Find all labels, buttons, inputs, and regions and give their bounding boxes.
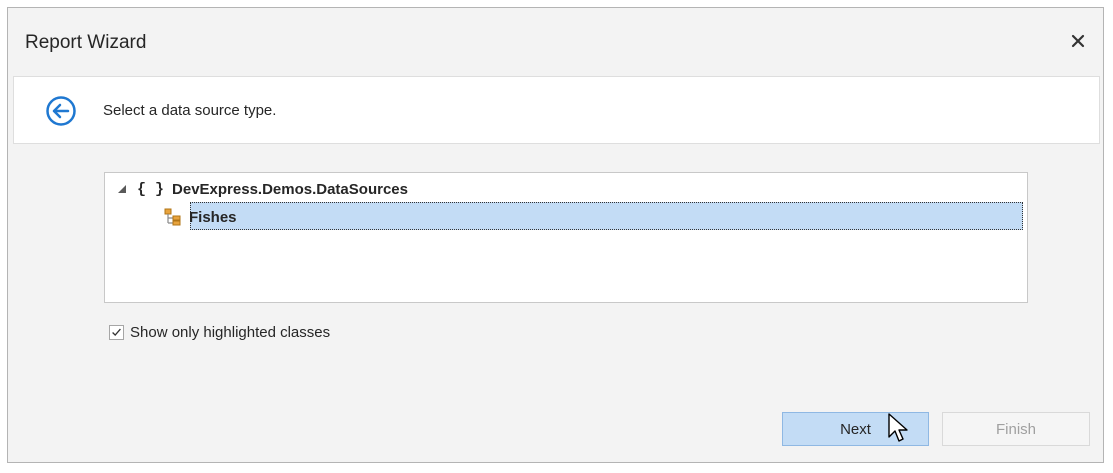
expand-triangle-icon[interactable] xyxy=(115,182,129,196)
class-icon xyxy=(164,208,181,225)
show-highlighted-option[interactable]: Show only highlighted classes xyxy=(109,324,330,341)
tree-node-root[interactable]: { } DevExpress.Demos.DataSources xyxy=(115,175,408,203)
show-highlighted-checkbox[interactable] xyxy=(109,325,124,340)
tree-child-label: Fishes xyxy=(189,208,237,226)
finish-button[interactable]: Finish xyxy=(942,412,1090,446)
show-highlighted-label: Show only highlighted classes xyxy=(130,324,331,341)
checkmark-icon xyxy=(112,328,121,337)
next-button[interactable]: Next xyxy=(782,412,929,446)
wizard-footer: Next Finish xyxy=(8,412,1103,463)
close-icon[interactable] xyxy=(1067,30,1089,52)
title-bar: Report Wizard xyxy=(8,8,1103,76)
data-source-tree[interactable]: { } DevExpress.Demos.DataSources Fishes xyxy=(104,172,1028,303)
report-wizard-window: Report Wizard Select a data source type.… xyxy=(7,7,1104,463)
wizard-header: Select a data source type. xyxy=(13,76,1100,144)
header-instruction: Select a data source type. xyxy=(103,102,277,119)
wizard-body: { } DevExpress.Demos.DataSources Fishes xyxy=(8,144,1103,412)
tree-node-fishes[interactable]: Fishes xyxy=(163,203,237,231)
back-arrow-icon[interactable] xyxy=(45,95,77,127)
namespace-icon: { } xyxy=(137,180,165,198)
selection-highlight[interactable] xyxy=(190,202,1023,230)
tree-root-label: DevExpress.Demos.DataSources xyxy=(172,180,408,198)
window-title: Report Wizard xyxy=(25,32,147,53)
